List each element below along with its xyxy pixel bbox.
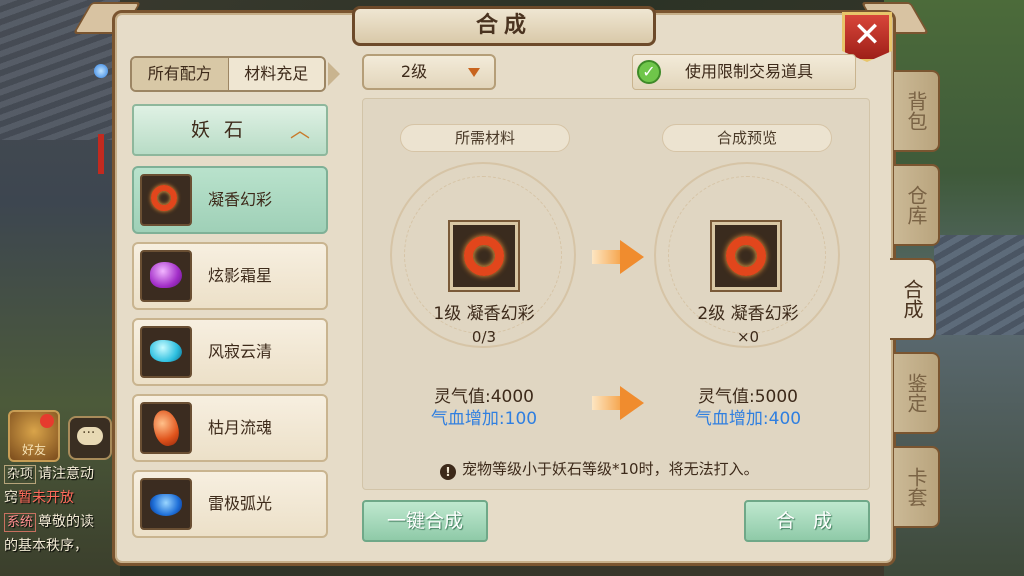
orange-gem-icon	[149, 407, 183, 449]
friends-label: 好友	[21, 443, 46, 457]
craft-button[interactable]: 合 成	[744, 500, 870, 542]
item-slot	[140, 478, 192, 530]
item-slot	[140, 326, 192, 378]
chat-tag: 杂项	[4, 465, 37, 484]
material-hp-bonus: 气血增加:100	[430, 409, 538, 429]
result-slot[interactable]	[712, 222, 780, 290]
hanging-charm-icon	[94, 44, 108, 174]
red-ring-gem-icon	[464, 236, 504, 276]
one-click-craft-button[interactable]: 一键合成	[362, 500, 488, 542]
exclamation-icon: !	[440, 464, 456, 480]
result-hp-bonus: 气血增加:400	[694, 409, 802, 429]
background-right-roof	[934, 235, 1024, 335]
preview-label: 合成预览	[662, 124, 832, 152]
required-materials-label: 所需材料	[400, 124, 570, 152]
panel-title: 合成	[352, 6, 656, 46]
chat-line: 窍暂未开放	[4, 490, 74, 506]
material-slot[interactable]	[450, 222, 518, 290]
red-ring-gem-icon	[151, 185, 177, 211]
recipe-filter-tabs: 所有配方 材料充足	[130, 56, 326, 92]
purple-gem-icon	[150, 262, 182, 288]
red-ring-gem-icon	[726, 236, 766, 276]
close-icon: ✕	[852, 15, 882, 55]
item-slot	[140, 174, 192, 226]
dropdown-arrow-icon	[468, 68, 480, 77]
list-item[interactable]: 风寂云清	[132, 318, 328, 386]
cyan-gem-icon	[150, 340, 182, 362]
chat-log: 杂项 请注意动 窍暂未开放 系统 尊敬的读 的基本秩序，	[4, 462, 116, 558]
tab-crafting[interactable]: 合成	[890, 258, 936, 340]
blue-gem-icon	[150, 494, 182, 516]
checkmark-icon: ✓	[637, 60, 661, 84]
item-slot	[140, 402, 192, 454]
tab-appraise[interactable]: 鉴定	[894, 352, 940, 434]
list-item[interactable]: 枯月流魂	[132, 394, 328, 462]
use-restricted-items-checkbox[interactable]: ✓ 使用限制交易道具	[632, 54, 856, 90]
result-name: 2级 凝香幻彩	[697, 304, 799, 324]
chat-tag: 系统	[4, 513, 37, 532]
item-name: 炫影霜星	[208, 266, 273, 285]
category-demon-stone[interactable]: 妖石 ︿	[132, 104, 328, 156]
tab-warehouse[interactable]: 仓库	[894, 164, 940, 246]
filter-tab-all-recipes[interactable]: 所有配方	[132, 58, 229, 90]
result-count: ×0	[736, 328, 760, 346]
filter-tab-sufficient-materials[interactable]: 材料充足	[228, 58, 324, 90]
tab-backpack[interactable]: 背包	[894, 70, 940, 152]
chat-line: 杂项 请注意动	[4, 462, 116, 486]
chat-bubble-icon	[77, 425, 103, 445]
tab-card-sleeve[interactable]: 卡套	[894, 446, 940, 528]
level-dropdown[interactable]: 2级	[362, 54, 496, 90]
notification-dot	[40, 414, 54, 428]
friends-button[interactable]: 好友	[8, 410, 60, 462]
list-item[interactable]: 炫影霜星	[132, 242, 328, 310]
recipe-list-panel: 所有配方 材料充足 妖石 ︿ 凝香幻彩 炫影霜星 风寂云清 枯月流魂 雷极弧光	[124, 52, 340, 552]
category-label: 妖石	[190, 119, 257, 141]
material-name: 1级 凝香幻彩	[433, 304, 535, 324]
level-value: 2级	[400, 62, 428, 81]
list-item[interactable]: 雷极弧光	[132, 470, 328, 538]
checkbox-label: 使用限制交易道具	[685, 62, 814, 81]
chat-highlight: 暂未开放	[18, 490, 74, 506]
item-name: 枯月流魂	[208, 418, 273, 437]
item-name: 风寂云清	[208, 342, 273, 361]
chat-line: 系统 尊敬的读	[4, 510, 116, 534]
warning-text: 宠物等级小于妖石等级*10时，将无法打入。	[462, 460, 759, 478]
list-item[interactable]: 凝香幻彩	[132, 166, 328, 234]
item-slot	[140, 250, 192, 302]
item-name: 凝香幻彩	[208, 190, 273, 209]
arrow-right-icon	[592, 386, 644, 420]
material-count: 0/3	[471, 328, 497, 346]
arrow-right-icon	[592, 240, 644, 274]
filter-arrow-icon	[328, 62, 340, 86]
chat-button[interactable]	[68, 416, 112, 460]
item-name: 雷极弧光	[208, 494, 273, 513]
chat-line: 的基本秩序，	[4, 538, 88, 554]
chevron-up-icon: ︿	[290, 118, 310, 142]
warning-message: ! 宠物等级小于妖石等级*10时，将无法打入。	[440, 458, 759, 480]
